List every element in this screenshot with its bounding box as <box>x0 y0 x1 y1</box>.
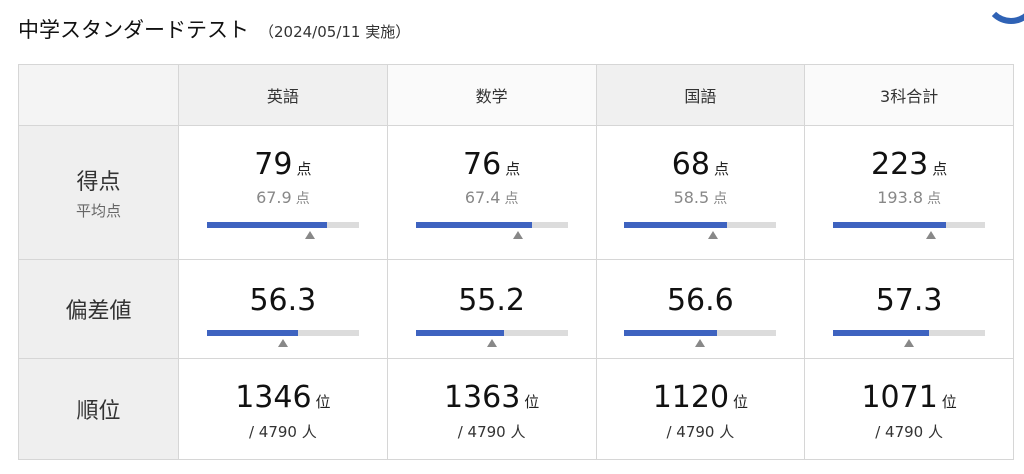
average-unit: 点 <box>295 191 310 207</box>
score-cell: 223 点 193.8 点 <box>804 125 1014 260</box>
deviation-bar-fill <box>415 330 504 336</box>
deviation-marker <box>904 339 915 347</box>
deviation-bar <box>624 330 777 336</box>
deviation-value: 56.6 <box>666 283 734 318</box>
rank-unit: 位 <box>941 393 957 411</box>
score-cell: 76 点 67.4 点 <box>386 125 597 260</box>
rank-value: 1071 <box>861 380 938 415</box>
deviation-cell: 57.3 <box>804 259 1014 359</box>
deviation-value: 55.2 <box>458 283 526 318</box>
rank-row: 順位 1346 位 / 4790 人 1363 位 / 4790 人 1120 位 /… <box>18 358 1014 460</box>
corner-cell <box>18 64 179 126</box>
deviation-cell: 55.2 <box>386 259 597 359</box>
rank-unit: 位 <box>733 393 749 411</box>
score-value: 68 <box>671 147 710 182</box>
test-date: （2024/05/11 実施） <box>259 23 411 41</box>
rank-value: 1120 <box>652 380 730 415</box>
header-row: 英語 数学 国語 3科合計 <box>18 64 1014 126</box>
column-header-math: 数学 <box>386 64 597 126</box>
deviation-bar <box>415 330 568 336</box>
score-cell: 68 点 58.5 点 <box>595 125 806 260</box>
score-bar <box>624 222 777 228</box>
score-unit: 点 <box>505 160 521 178</box>
total-count: / 4790 <box>666 423 715 441</box>
score-bar <box>833 222 986 228</box>
people-unit: 人 <box>719 423 735 441</box>
average-marker <box>926 231 937 239</box>
total-count: / 4790 <box>248 423 297 441</box>
deviation-row-header: 偏差値 <box>18 259 179 359</box>
score-unit: 点 <box>713 160 729 178</box>
average-value: 193.8 <box>877 188 924 207</box>
score-value: 79 <box>254 147 293 182</box>
average-unit: 点 <box>713 191 728 207</box>
total-count: / 4790 <box>875 423 924 441</box>
score-cell: 79 点 67.9 点 <box>178 125 388 260</box>
deviation-bar-fill <box>624 330 718 336</box>
score-value: 76 <box>463 147 502 182</box>
rank-value: 1363 <box>443 380 521 415</box>
people-unit: 人 <box>928 423 944 441</box>
average-label: 平均点 <box>75 202 121 220</box>
deviation-row: 偏差値 56.3 55.2 56.6 57.3 <box>18 259 1014 359</box>
score-value: 223 <box>870 147 929 182</box>
rank-value: 1346 <box>235 380 312 415</box>
rank-cell: 1346 位 / 4790 人 <box>178 358 388 460</box>
results-table: 英語 数学 国語 3科合計 得点 平均点 79 点 67.9 点 76 点 67.4 点 <box>18 64 1014 460</box>
rank-row-header: 順位 <box>18 358 179 460</box>
deviation-cell: 56.3 <box>178 259 388 359</box>
score-bar-fill <box>415 222 532 228</box>
average-value: 58.5 <box>673 188 710 207</box>
page-title: 中学スタンダードテスト <box>18 18 249 42</box>
column-header-english: 英語 <box>178 64 388 126</box>
people-unit: 人 <box>510 423 526 441</box>
rank-unit: 位 <box>524 393 540 411</box>
deviation-label: 偏差値 <box>65 299 132 324</box>
rank-cell: 1071 位 / 4790 人 <box>804 358 1014 460</box>
score-bar-fill <box>833 222 947 228</box>
average-unit: 点 <box>504 191 519 207</box>
deviation-marker <box>277 339 288 347</box>
column-header-total: 3科合計 <box>804 64 1014 126</box>
score-unit: 点 <box>932 160 948 178</box>
rank-unit: 位 <box>315 393 331 411</box>
score-bar-fill <box>206 222 327 228</box>
average-marker <box>512 231 523 239</box>
deviation-bar-fill <box>206 330 298 336</box>
score-label: 得点 <box>76 170 121 195</box>
deviation-marker <box>486 339 497 347</box>
score-unit: 点 <box>296 160 312 178</box>
deviation-value: 56.3 <box>249 283 317 318</box>
page-title-area: 中学スタンダードテスト （2024/05/11 実施） <box>18 14 410 44</box>
deviation-cell: 56.6 <box>595 259 806 359</box>
average-value: 67.9 <box>256 188 292 207</box>
average-value: 67.4 <box>464 188 501 207</box>
column-header-japanese: 国語 <box>595 64 806 126</box>
total-count: / 4790 <box>457 423 506 441</box>
average-marker <box>304 231 315 239</box>
score-bar <box>415 222 568 228</box>
deviation-marker <box>695 339 706 347</box>
rank-cell: 1120 位 / 4790 人 <box>595 358 806 460</box>
deviation-bar-fill <box>833 330 930 336</box>
score-row-header: 得点 平均点 <box>18 125 179 260</box>
deviation-bar <box>833 330 986 336</box>
people-unit: 人 <box>301 423 317 441</box>
corner-accent <box>984 0 1024 24</box>
rank-label: 順位 <box>76 399 121 424</box>
deviation-value: 57.3 <box>875 283 943 318</box>
deviation-bar <box>206 330 359 336</box>
score-bar <box>206 222 359 228</box>
average-marker <box>708 231 719 239</box>
score-bar-fill <box>624 222 728 228</box>
average-unit: 点 <box>927 191 942 207</box>
score-row: 得点 平均点 79 点 67.9 点 76 点 67.4 点 68 点 58.5 点 <box>18 125 1014 260</box>
rank-cell: 1363 位 / 4790 人 <box>386 358 597 460</box>
